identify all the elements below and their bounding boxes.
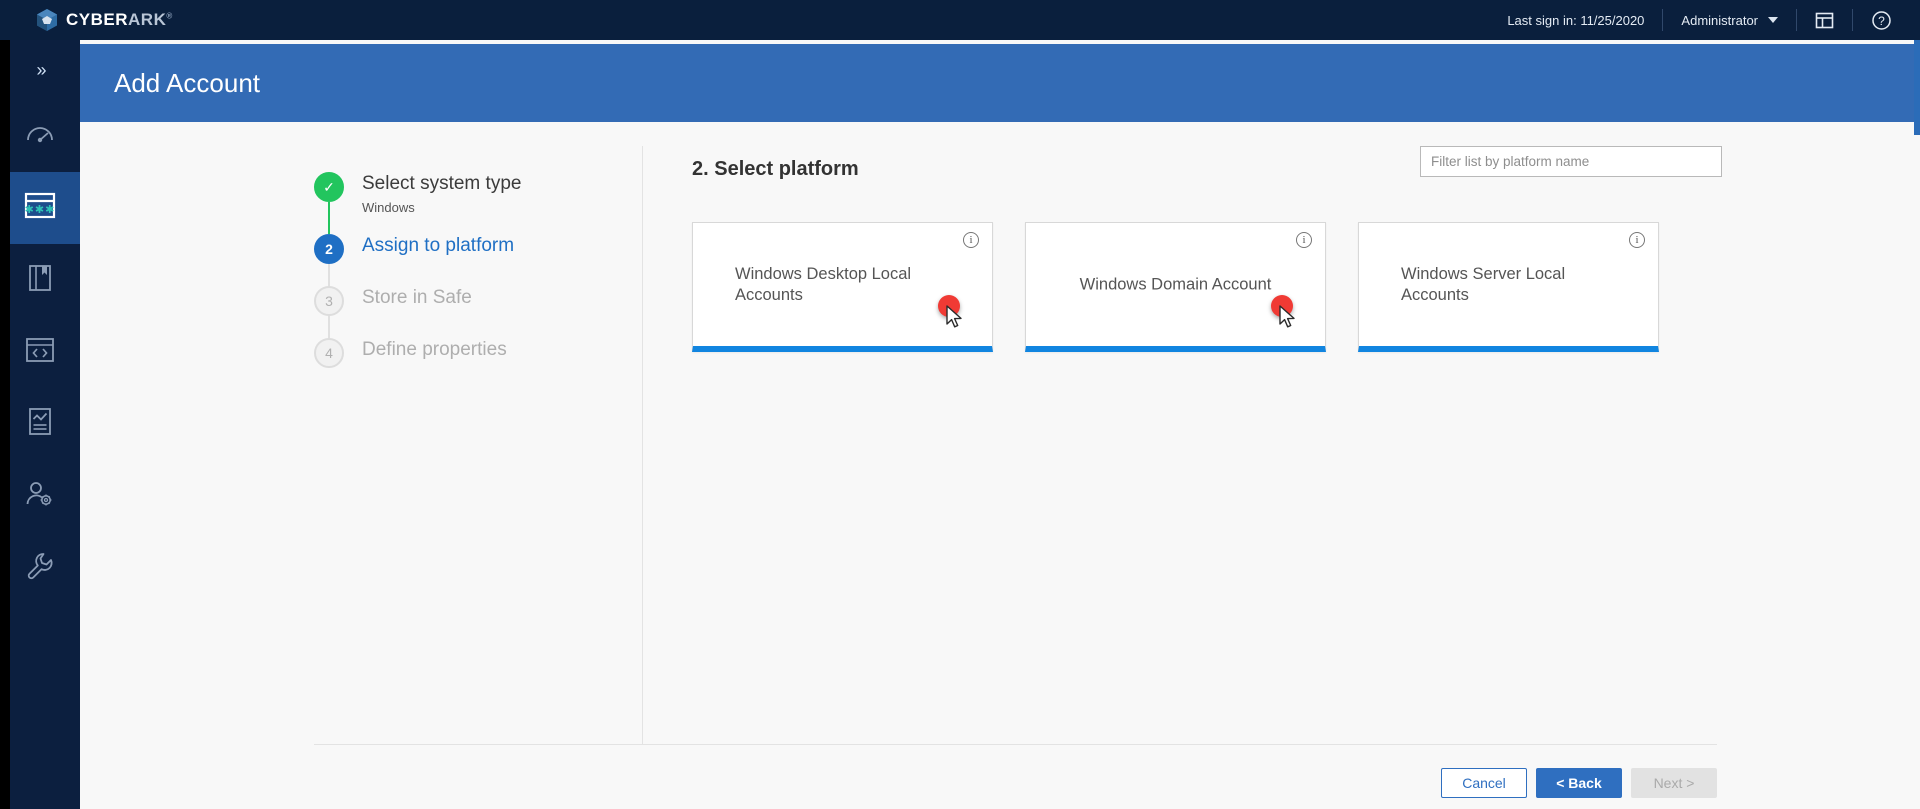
sidebar-item-dashboard[interactable] bbox=[0, 100, 80, 172]
step-select-system-type[interactable]: ✓ Select system type Windows bbox=[314, 172, 694, 234]
step-bullet-3: 3 bbox=[314, 286, 344, 316]
section-title: 2. Select platform bbox=[692, 158, 859, 180]
dashboard-gauge-icon bbox=[25, 119, 55, 154]
platform-card-label: Windows Server Local Accounts bbox=[1401, 264, 1566, 304]
mouse-cursor-icon bbox=[1279, 305, 1299, 336]
page-title: Add Account bbox=[114, 67, 260, 98]
click-dot-indicator bbox=[1271, 295, 1293, 317]
step-define-properties[interactable]: 4 Define properties bbox=[314, 338, 694, 378]
sidebar-item-user-management[interactable] bbox=[0, 460, 80, 532]
accounts-password-window-icon: ✱✱✱ bbox=[23, 191, 57, 226]
policies-book-icon bbox=[26, 263, 54, 298]
step-bullet-2: 2 bbox=[314, 234, 344, 264]
platform-card-windows-desktop-local-accounts[interactable]: i Windows Desktop Local Accounts bbox=[692, 222, 993, 352]
main-content-area: ✓ Select system type Windows 2 Assign to… bbox=[80, 122, 1920, 809]
footer-button-group: Cancel < Back Next > bbox=[1441, 768, 1717, 798]
step-title-2: Assign to platform bbox=[362, 235, 515, 256]
user-management-gear-icon bbox=[24, 479, 56, 514]
vertical-divider bbox=[642, 146, 643, 744]
sidebar-item-accounts[interactable]: ✱✱✱ bbox=[0, 172, 80, 244]
help-question-icon[interactable]: ? bbox=[1853, 9, 1920, 31]
platform-card-label: Windows Desktop Local Accounts bbox=[735, 264, 912, 304]
sidebar-item-reports[interactable] bbox=[0, 388, 80, 460]
top-navigation-bar: CYBERARK® Last sign in: 11/25/2020 Admin… bbox=[0, 0, 1920, 40]
step-bullet-4: 4 bbox=[314, 338, 344, 368]
info-icon[interactable]: i bbox=[963, 232, 979, 248]
cancel-button[interactable]: Cancel bbox=[1441, 768, 1527, 798]
step-store-in-safe[interactable]: 3 Store in Safe bbox=[314, 286, 694, 368]
platform-panel-header: 2. Select platform bbox=[692, 146, 1722, 206]
platform-card-list: i Windows Desktop Local Accounts i Windo… bbox=[692, 222, 1722, 352]
header-right-edge-accent bbox=[1914, 40, 1920, 135]
sidebar-item-applications[interactable] bbox=[0, 316, 80, 388]
user-menu[interactable]: Administrator bbox=[1663, 9, 1796, 31]
step-title-4: Define properties bbox=[362, 339, 507, 360]
next-button: Next > bbox=[1631, 768, 1717, 798]
cyberark-logo[interactable]: CYBERARK® bbox=[36, 8, 173, 32]
wizard-footer: Cancel < Back Next > bbox=[314, 762, 1717, 808]
svg-text:?: ? bbox=[1878, 14, 1885, 28]
applications-code-window-icon bbox=[24, 336, 56, 369]
svg-text:✱✱✱: ✱✱✱ bbox=[25, 204, 56, 216]
sidebar-collapse-toggle[interactable]: » bbox=[0, 40, 80, 100]
footer-divider bbox=[314, 744, 1717, 745]
top-bar-right-cluster: Last sign in: 11/25/2020 Administrator ? bbox=[1489, 0, 1920, 40]
cyberark-wordmark: CYBERARK® bbox=[66, 10, 173, 29]
user-name-label: Administrator bbox=[1681, 12, 1758, 28]
click-marker bbox=[1271, 295, 1315, 339]
chevron-double-right-icon: » bbox=[36, 59, 46, 80]
platform-filter-input[interactable] bbox=[1420, 146, 1722, 177]
mouse-cursor-icon bbox=[946, 305, 966, 336]
wizard-stepper: ✓ Select system type Windows 2 Assign to… bbox=[314, 172, 694, 378]
back-button[interactable]: < Back bbox=[1536, 768, 1622, 798]
step-bullet-1: ✓ bbox=[314, 172, 344, 202]
sidebar-item-policies[interactable] bbox=[0, 244, 80, 316]
page-header-bar: Add Account bbox=[80, 44, 1920, 122]
platform-card-windows-domain-account[interactable]: i Windows Domain Account bbox=[1025, 222, 1326, 352]
step-assign-to-platform[interactable]: 2 Assign to platform bbox=[314, 234, 694, 316]
platform-selection-panel: 2. Select platform i Windows Desktop Loc… bbox=[692, 146, 1722, 352]
info-icon[interactable]: i bbox=[1296, 232, 1312, 248]
platform-card-windows-server-local-accounts[interactable]: i Windows Server Local Accounts bbox=[1358, 222, 1659, 352]
step-title-3: Store in Safe bbox=[362, 287, 472, 308]
sidebar-navigation: » ✱✱✱ bbox=[0, 40, 80, 809]
step-connector bbox=[328, 202, 330, 234]
chevron-down-icon bbox=[1768, 17, 1778, 23]
last-sign-in-label: Last sign in: 11/25/2020 bbox=[1507, 12, 1645, 28]
info-icon[interactable]: i bbox=[1629, 232, 1645, 248]
window-left-edge bbox=[0, 40, 10, 809]
administration-wrench-icon bbox=[25, 551, 55, 586]
sidebar-item-administration[interactable] bbox=[0, 532, 80, 604]
platform-card-label: Windows Domain Account bbox=[1079, 275, 1272, 293]
cyberark-cube-icon bbox=[36, 8, 58, 32]
layout-panels-icon[interactable] bbox=[1797, 9, 1852, 31]
step-subtitle-1: Windows bbox=[362, 200, 415, 215]
reports-chart-document-icon bbox=[26, 407, 54, 442]
step-title-1: Select system type bbox=[362, 173, 522, 194]
application-root: CYBERARK® Last sign in: 11/25/2020 Admin… bbox=[0, 0, 1920, 809]
